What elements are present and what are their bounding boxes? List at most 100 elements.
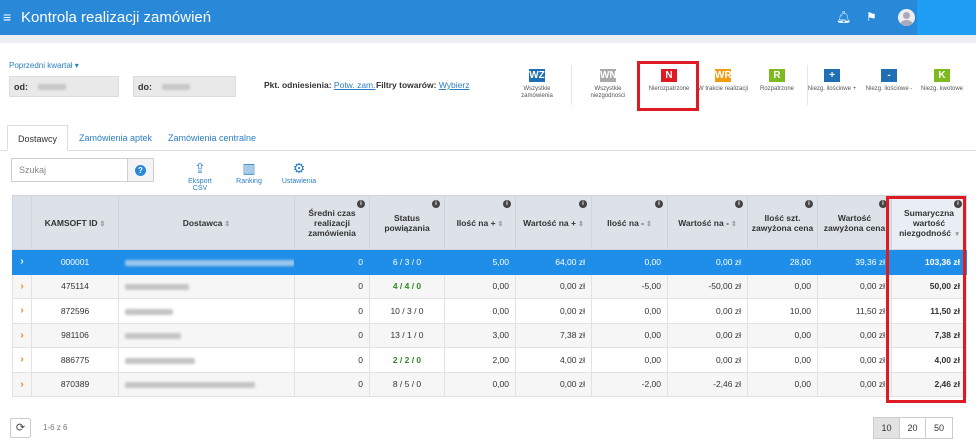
highlight-frame (637, 61, 699, 111)
cell-val-plus: 4,00 zł (515, 347, 592, 373)
status-label: Wszystkie niezgodności (590, 86, 626, 99)
table-footer: ⟳ 1-6 z 6 10 20 50 (0, 413, 976, 441)
table-row[interactable]: › 981106 0 13 / 1 / 0 3,00 7,38 zł 0,00 0,00 zł… (12, 322, 967, 348)
info-icon: i (579, 200, 587, 208)
search-help-button[interactable]: ? (128, 158, 154, 182)
cell-val-plus: 64,00 zł (515, 249, 592, 275)
sort-icon: ⇕ (99, 220, 106, 228)
previous-quarter-dropdown[interactable]: Poprzedni kwartał ▾ (9, 61, 79, 70)
cell-qty-plus: 3,00 (444, 322, 516, 348)
header-ilosc-minus[interactable]: Ilość na - ⇕ i (591, 195, 668, 250)
page-size-50[interactable]: 50 (926, 418, 952, 438)
product-filters-link[interactable]: Wybierz (439, 80, 470, 90)
bar-chart-icon: ▥ (242, 160, 256, 176)
bell-icon[interactable]: 🔔︎ (836, 10, 851, 24)
table-row[interactable]: › 475114 0 4 / 4 / 0 0,00 0,00 zł -5,00 -50,00 … (12, 273, 967, 299)
status-resolved-button[interactable]: R Rozpatrzone (747, 69, 807, 93)
header-kamsoft-id[interactable]: KAMSOFT ID ⇕ (31, 195, 119, 250)
cell-status: 4 / 4 / 0 (369, 273, 445, 299)
cell-qty-price: 0,00 (747, 322, 818, 348)
date-to-label: do: (138, 82, 152, 92)
search-input[interactable]: Szukaj (11, 158, 128, 182)
header-ilosc-zawyzona[interactable]: Ilość szt. zawyżona cena i (747, 195, 818, 250)
info-icon: i (655, 200, 663, 208)
tab-dostawcy[interactable]: Dostawcy (7, 125, 69, 151)
refresh-button[interactable]: ⟳ (10, 418, 31, 438)
date-from-label: od: (14, 82, 28, 92)
cell-status: 6 / 3 / 0 (369, 249, 445, 275)
info-icon: i (805, 200, 813, 208)
status-qty-plus-button[interactable]: + Niezg. ilościowe + (802, 69, 862, 93)
expand-arrow-icon[interactable]: › (12, 273, 32, 299)
status-all-orders-button[interactable]: WZ Wszystkie zamówienia (507, 69, 567, 100)
status-label: Wszystkie zamówienia (521, 86, 553, 99)
cell-val-price: 0,00 zł (817, 371, 892, 397)
expand-arrow-icon[interactable]: › (12, 347, 32, 373)
table-header-row: KAMSOFT ID ⇕ Dostawca ⇕ Średni czas realiz… (12, 195, 967, 250)
cell-qty-minus: 0,00 (591, 322, 668, 348)
page-size-10[interactable]: 10 (874, 418, 900, 438)
table-row[interactable]: › 870389 0 8 / 5 / 0 0,00 0,00 zł -2,00 -2,46 z… (12, 371, 967, 397)
cell-qty-plus: 0,00 (444, 273, 516, 299)
tool-label: Ustawienia (281, 178, 317, 185)
status-all-discrepancies-button[interactable]: WN Wszystkie niezgodności (578, 69, 638, 100)
sort-icon: ⇕ (577, 220, 584, 228)
status-code: + (824, 69, 840, 82)
cell-val-plus: 7,38 zł (515, 322, 592, 348)
cell-avg-time: 0 (294, 347, 370, 373)
header-wartosc-zawyzona[interactable]: Wartość zawyżona cena i (817, 195, 892, 250)
header-wartosc-plus[interactable]: Wartość na + ⇕ i (515, 195, 592, 250)
filters-panel: Poprzedni kwartał ▾ od: do: Pkt. odniesi… (0, 43, 976, 113)
ranking-button[interactable]: ▥ Ranking (233, 160, 265, 185)
cell-val-minus: 0,00 zł (667, 347, 748, 373)
table-row[interactable]: › 886775 0 2 / 2 / 0 2,00 4,00 zł 0,00 0,00 zł 0… (12, 347, 967, 373)
reference-point: Pkt. odniesienia: Potw. zam. (264, 80, 376, 90)
flag-icon[interactable]: ⚑ (866, 10, 877, 24)
header-sredni-czas[interactable]: Średni czas realizacji zamówienia i (294, 195, 370, 250)
page-size-20[interactable]: 20 (900, 418, 926, 438)
tab-zamowienia-centralne[interactable]: Zamówienia centralne (168, 125, 256, 151)
cell-qty-price: 0,00 (747, 347, 818, 373)
date-from-field[interactable]: od: (9, 76, 119, 97)
info-icon: i (357, 200, 365, 208)
cell-avg-time: 0 (294, 273, 370, 299)
reference-point-label: Pkt. odniesienia: (264, 80, 332, 90)
expand-arrow-icon[interactable]: › (12, 322, 32, 348)
header-dostawca[interactable]: Dostawca ⇕ (118, 195, 295, 250)
header-expand (12, 195, 32, 250)
header-status[interactable]: Status powiązania i (369, 195, 445, 250)
status-label: Rozpatrzone (759, 86, 795, 92)
tool-label: Ranking (236, 178, 262, 185)
expand-arrow-icon[interactable]: › (12, 249, 32, 275)
cell-kamsoft-id: 475114 (31, 273, 119, 299)
avatar[interactable] (898, 9, 915, 26)
cell-qty-plus: 0,00 (444, 371, 516, 397)
hamburger-icon[interactable]: ≡ (3, 10, 11, 24)
cell-val-price: 0,00 zł (817, 273, 892, 299)
settings-button[interactable]: ⚙ Ustawienia (279, 160, 319, 185)
status-in-progress-button[interactable]: WR W trakcie realizacji (693, 69, 753, 93)
expand-arrow-icon[interactable]: › (12, 298, 32, 324)
header-ilosc-plus[interactable]: Ilość na + ⇕ i (444, 195, 516, 250)
highlight-frame (886, 196, 966, 403)
cell-qty-plus: 0,00 (444, 298, 516, 324)
table-row[interactable]: › 000001 0 6 / 3 / 0 5,00 64,00 zł 0,00 0,00 zł… (12, 249, 967, 275)
sort-icon: ⇕ (224, 220, 231, 228)
top-bar: ≡ Kontrola realizacji zamówień 🔔︎ ⚑ (0, 0, 976, 35)
expand-arrow-icon[interactable]: › (12, 371, 32, 397)
reference-point-link[interactable]: Potw. zam. (334, 80, 376, 90)
status-label: Niezg. kwotowe (920, 86, 964, 92)
date-to-field[interactable]: do: (133, 76, 236, 97)
status-amount-button[interactable]: K Niezg. kwotowe (912, 69, 972, 93)
cell-qty-minus: 0,00 (591, 298, 668, 324)
header-wartosc-minus[interactable]: Wartość na - ⇕ i (667, 195, 748, 250)
tab-zamowienia-aptek[interactable]: Zamówienia aptek (79, 125, 152, 151)
cell-qty-minus: -2,00 (591, 371, 668, 397)
cell-status: 8 / 5 / 0 (369, 371, 445, 397)
user-menu[interactable] (917, 0, 976, 35)
export-csv-button[interactable]: ⇪ Eksport CSV (180, 160, 220, 192)
cell-val-minus: 0,00 zł (667, 298, 748, 324)
cell-kamsoft-id: 981106 (31, 322, 119, 348)
status-qty-minus-button[interactable]: - Niezg. ilościowe - (859, 69, 919, 93)
table-row[interactable]: › 872596 0 10 / 3 / 0 0,00 0,00 zł 0,00 0,00 zł… (12, 298, 967, 324)
